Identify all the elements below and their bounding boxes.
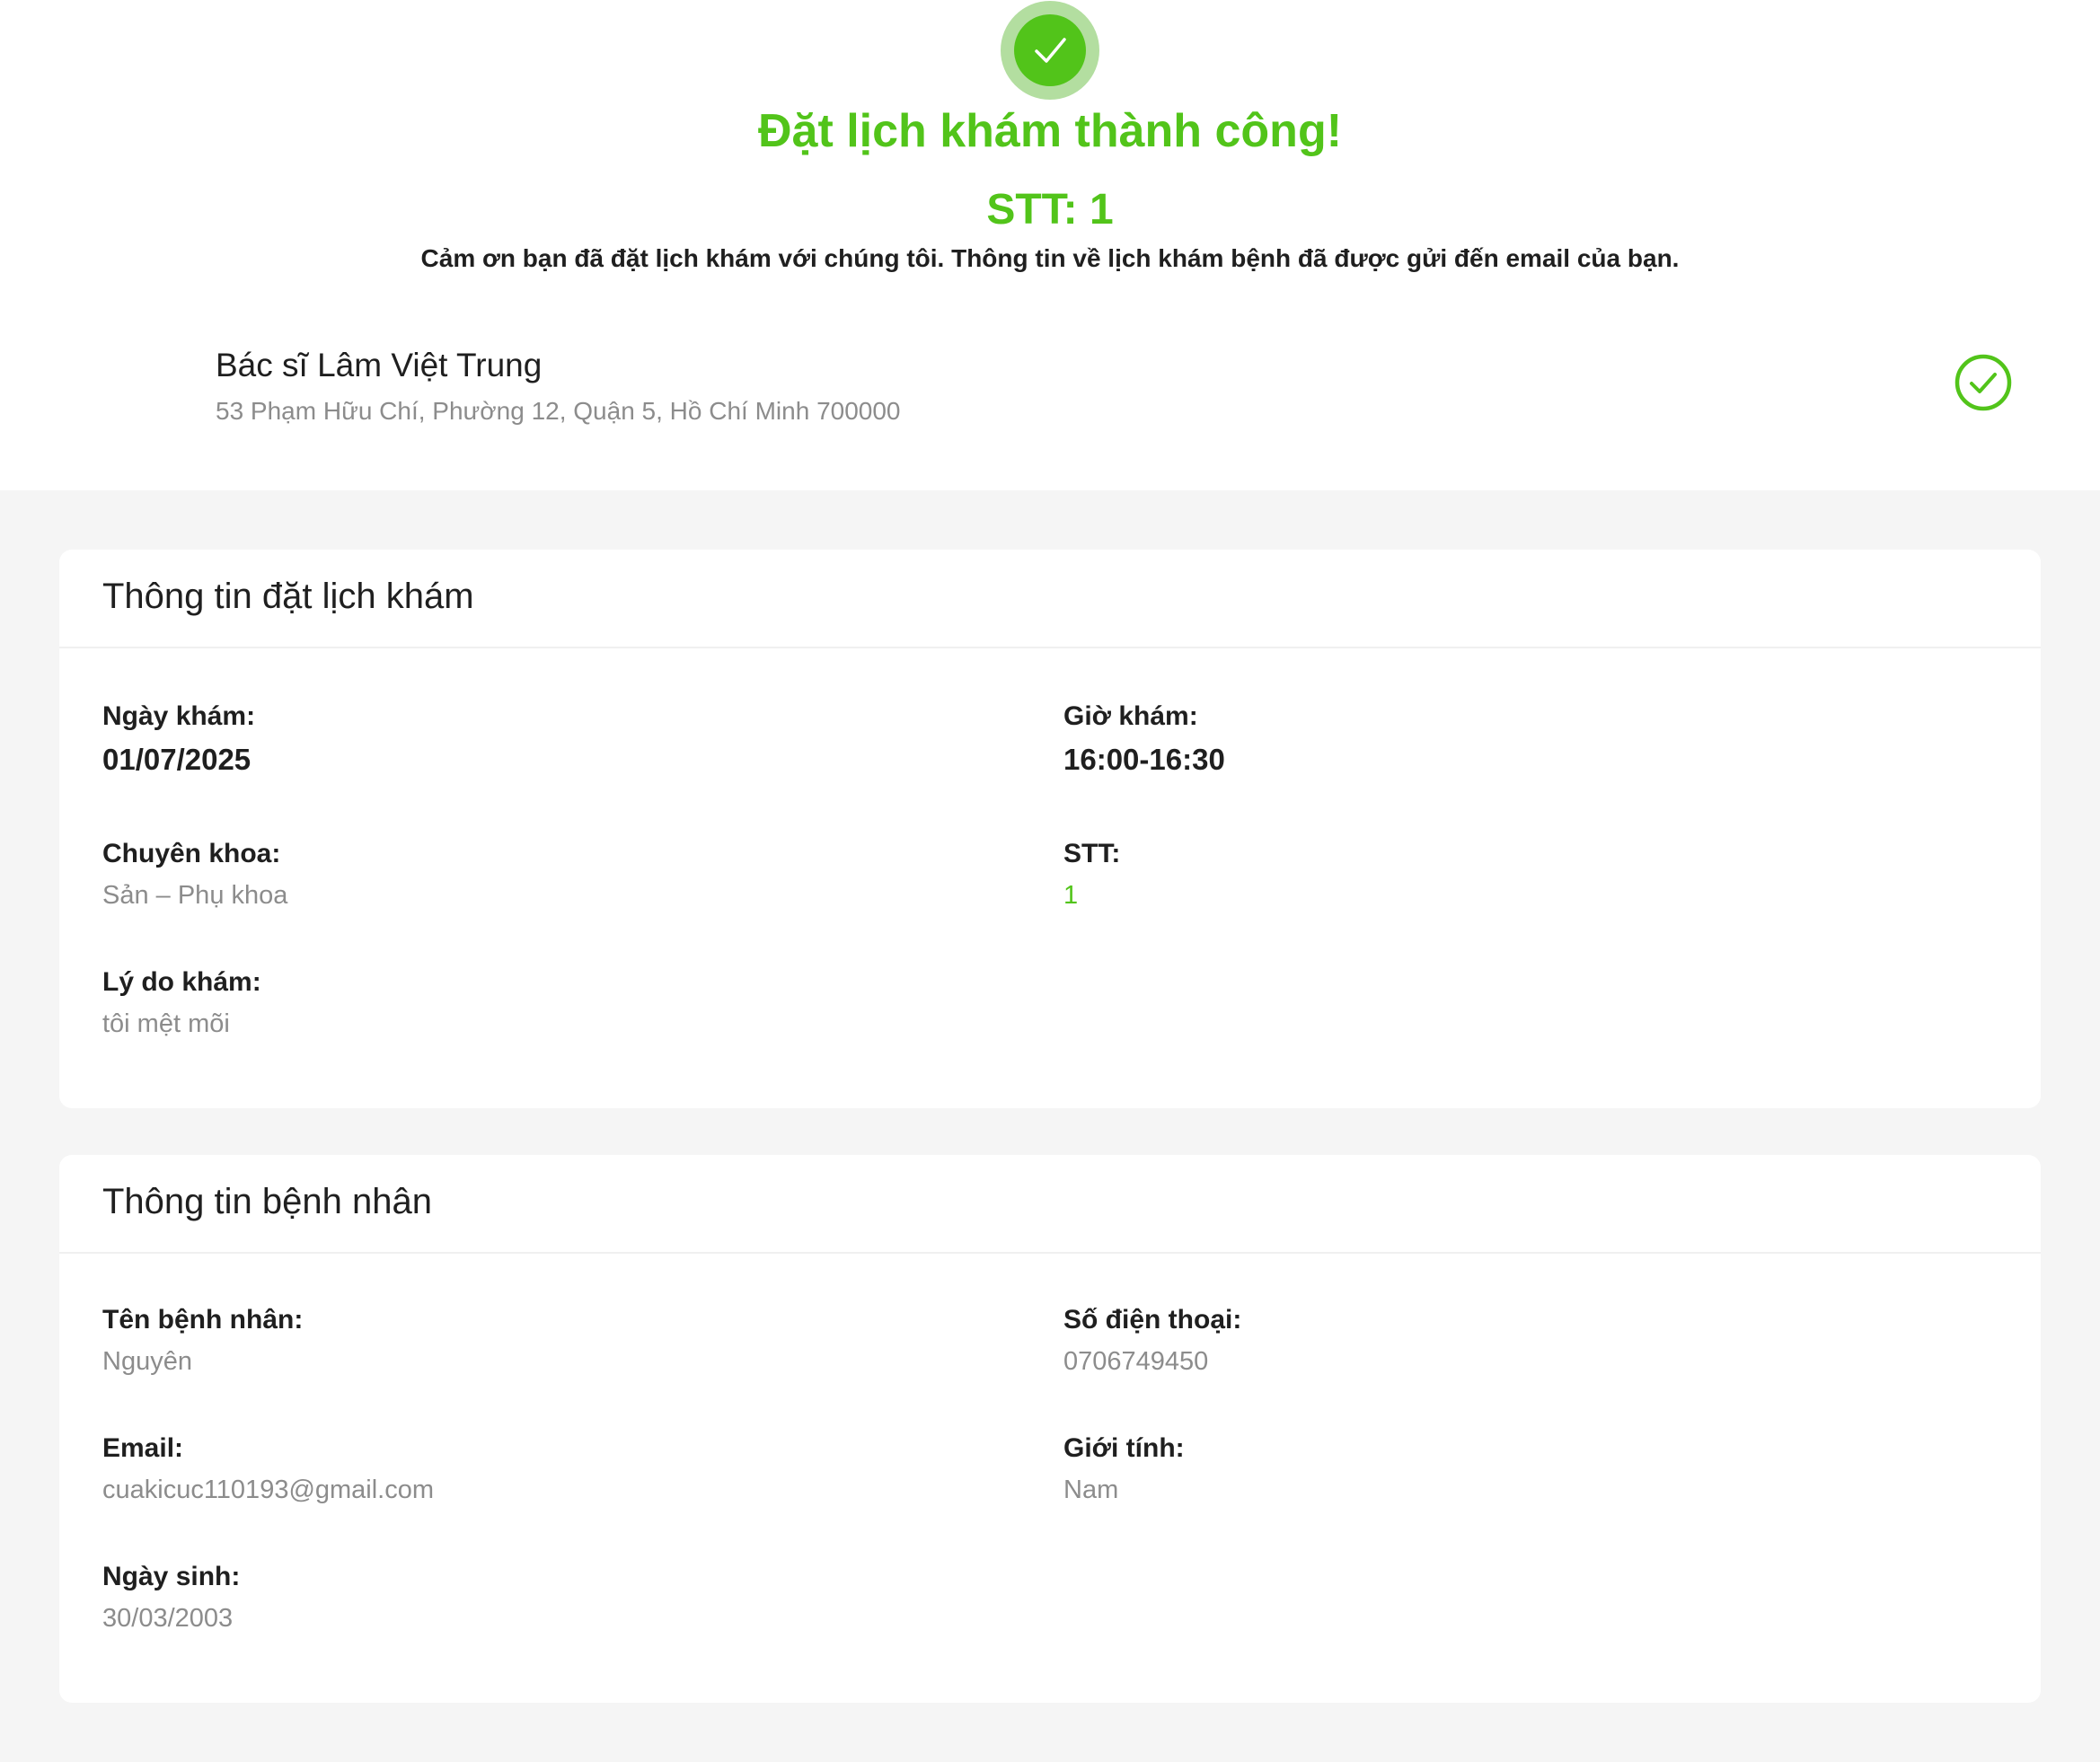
- patient-gender: Giới tính: Nam: [1063, 1429, 1872, 1510]
- doctor-address: 53 Phạm Hữu Chí, Phường 12, Quận 5, Hồ C…: [216, 397, 901, 425]
- patient-gender-value: Nam: [1063, 1476, 1119, 1504]
- appointment-date-value: 01/07/2025: [102, 743, 251, 776]
- queue-number: STT: 1: [986, 186, 1114, 233]
- patient-dob-label: Ngày sinh:: [102, 1562, 241, 1591]
- patient-phone-value: 0706749450: [1063, 1347, 1209, 1376]
- specialty-label: Chuyên khoa:: [102, 839, 281, 868]
- success-badge: [1001, 1, 1099, 100]
- specialty-value: Sản – Phụ khoa: [102, 881, 288, 910]
- success-header: Đặt lịch khám thành công! STT: 1 Cảm ơn …: [0, 0, 2100, 490]
- patient-phone-label: Số điện thoại:: [1063, 1305, 1242, 1335]
- appointment-time-value: 16:00-16:30: [1063, 743, 1225, 776]
- queue-number-label: STT:: [1063, 839, 1121, 868]
- visit-reason: Lý do khám: tôi mệt mõi: [102, 963, 911, 1044]
- check-circle-icon: [1954, 354, 2012, 411]
- queue-number-field: STT: 1: [1063, 834, 1872, 915]
- appointment-date: Ngày khám: 01/07/2025: [102, 697, 911, 780]
- patient-name-label: Tên bệnh nhân:: [102, 1305, 304, 1335]
- patient-email: Email: cuakicuc110193@gmail.com: [102, 1429, 911, 1510]
- appointment-time: Giờ khám: 16:00-16:30: [1063, 697, 1872, 780]
- thank-you-message: Cảm ơn bạn đã đặt lịch khám với chúng tô…: [420, 244, 1680, 272]
- booking-info-card: Thông tin đặt lịch khám Ngày khám: 01/07…: [59, 550, 2041, 1108]
- patient-gender-label: Giới tính:: [1063, 1433, 1185, 1463]
- patient-email-value: cuakicuc110193@gmail.com: [102, 1476, 435, 1504]
- patient-card-header: Thông tin bệnh nhân: [59, 1155, 2041, 1254]
- appointment-date-label: Ngày khám:: [102, 701, 256, 731]
- visit-reason-label: Lý do khám:: [102, 967, 261, 997]
- booking-card-header: Thông tin đặt lịch khám: [59, 550, 2041, 648]
- visit-reason-value: tôi mệt mõi: [102, 1009, 230, 1038]
- doctor-name: Bác sĩ Lâm Việt Trung: [216, 347, 543, 383]
- patient-dob-value: 30/03/2003: [102, 1604, 234, 1633]
- booking-card-title: Thông tin đặt lịch khám: [102, 577, 474, 616]
- specialty: Chuyên khoa: Sản – Phụ khoa: [102, 834, 911, 915]
- patient-name-value: Nguyên: [102, 1347, 192, 1376]
- patient-card-title: Thông tin bệnh nhân: [102, 1182, 432, 1221]
- appointment-time-label: Giờ khám:: [1063, 701, 1198, 731]
- patient-dob: Ngày sinh: 30/03/2003: [102, 1557, 911, 1638]
- patient-email-label: Email:: [102, 1433, 184, 1463]
- success-title: Đặt lịch khám thành công!: [757, 105, 1343, 157]
- patient-phone: Số điện thoại: 0706749450: [1063, 1300, 1872, 1381]
- patient-name: Tên bệnh nhân: Nguyên: [102, 1300, 911, 1381]
- check-icon: [1035, 38, 1066, 63]
- patient-info-card: Thông tin bệnh nhân Tên bệnh nhân: Nguyê…: [59, 1155, 2041, 1703]
- queue-number-value: 1: [1063, 881, 1079, 910]
